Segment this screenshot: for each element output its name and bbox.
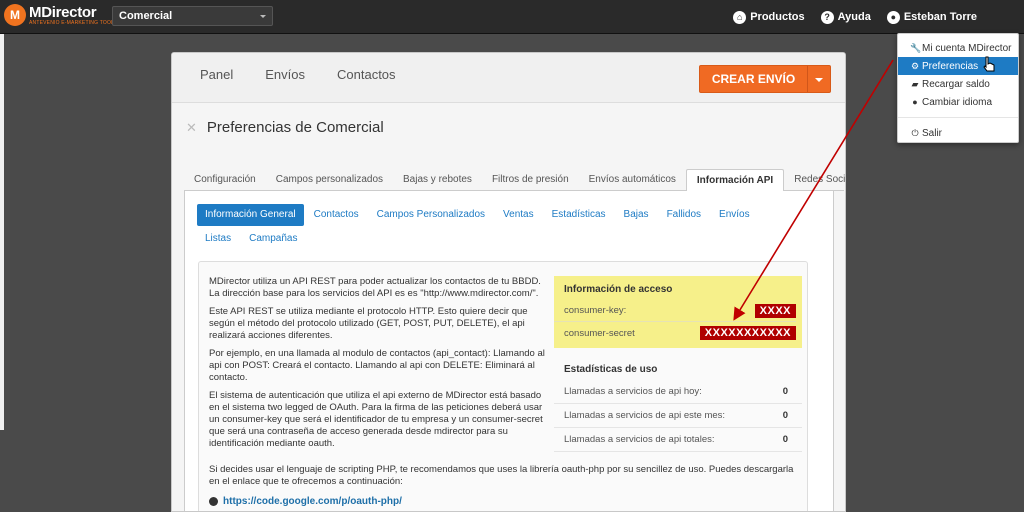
menu-item-label: Preferencias [922, 60, 979, 72]
menu-item-salir[interactable]: ⏻ Salir [898, 124, 1018, 142]
menu-item-label: Mi cuenta MDirector [922, 42, 1012, 54]
menu-item-preferencias[interactable]: ⚙ Preferencias [898, 57, 1018, 75]
menu-item-cambiar-idioma[interactable]: ● Cambiar idioma [898, 93, 1018, 111]
wrench-icon: 🔧 [910, 42, 922, 53]
menu-item-label: Recargar saldo [922, 78, 990, 90]
menu-item-label: Cambiar idioma [922, 96, 993, 108]
menu-item-mi-cuenta[interactable]: 🔧 Mi cuenta MDirector [898, 39, 1018, 57]
menu-item-recargar-saldo[interactable]: ▰ Recargar saldo [898, 75, 1018, 93]
annotation-arrow [733, 59, 894, 321]
menu-item-label: Salir [922, 127, 943, 139]
menu-divider [898, 117, 1018, 118]
user-dropdown-menu: 🔧 Mi cuenta MDirector ⚙ Preferencias ▰ R… [897, 33, 1019, 143]
cart-icon: ▰ [911, 78, 919, 89]
hand-cursor-icon [983, 56, 995, 72]
globe-icon: ● [912, 97, 918, 107]
power-icon: ⏻ [911, 127, 919, 138]
gear-icon: ⚙ [910, 60, 920, 71]
